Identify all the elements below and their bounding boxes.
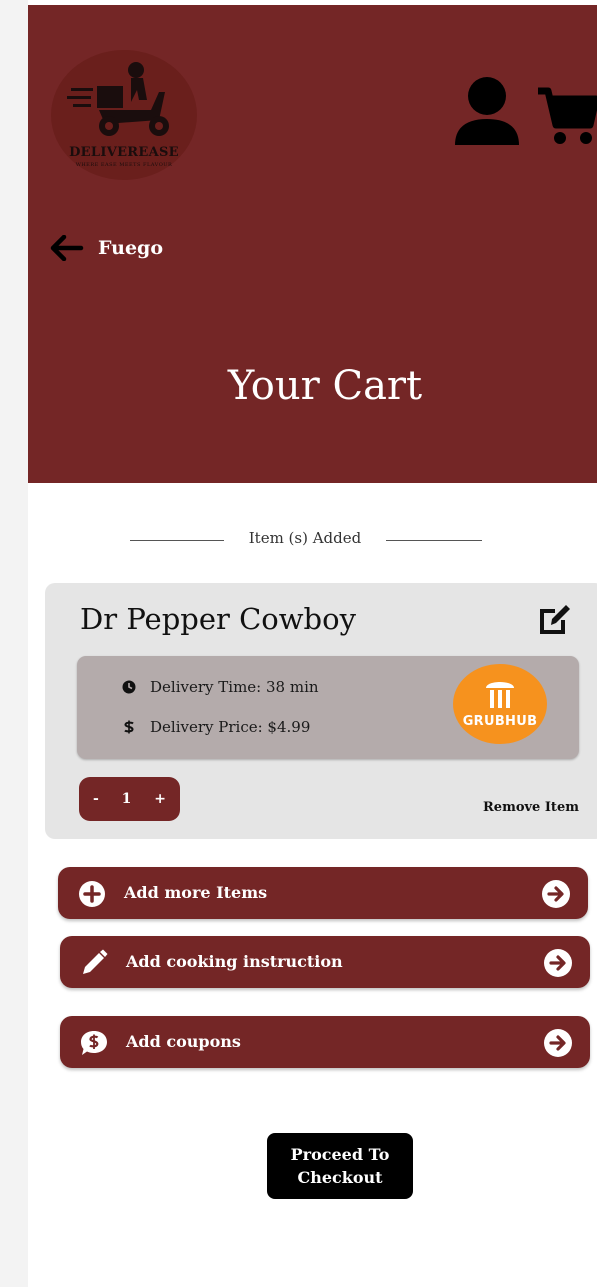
divider-line-left — [130, 540, 224, 541]
pencil-icon — [83, 949, 108, 974]
add-more-items-label: Add more Items — [124, 883, 268, 902]
checkout-label-line2: Checkout — [297, 1168, 383, 1187]
add-cooking-instruction-button[interactable]: Add cooking instruction — [60, 936, 590, 988]
item-name: Dr Pepper Cowboy — [80, 602, 356, 636]
grubhub-logo: GRUBHUB — [453, 664, 547, 744]
header: DELIVEREASE WHERE EASE MEETS FLAVOUR Fue… — [28, 5, 597, 483]
grubhub-fork-knife-icon — [486, 682, 514, 708]
plus-circle-icon — [79, 881, 105, 907]
back-nav[interactable]: Fuego — [50, 233, 163, 263]
edit-icon[interactable] — [537, 603, 571, 635]
arrow-right-circle-icon — [544, 949, 572, 977]
delivery-time-row: Delivery Time: 38 min — [122, 678, 319, 696]
cart-item-card: Dr Pepper Cowboy Delivery Time: 38 min D… — [45, 583, 597, 839]
logo-text: DELIVEREASE — [69, 145, 179, 160]
checkout-label-line1: Proceed To — [290, 1145, 390, 1164]
add-cooking-instruction-label: Add cooking instruction — [126, 952, 343, 971]
quantity-increase-button[interactable]: + — [154, 791, 166, 807]
delivery-info-box: Delivery Time: 38 min Delivery Price: $4… — [77, 656, 579, 759]
scooter-rider-icon — [67, 62, 169, 136]
divider-label: Item (s) Added — [248, 529, 362, 547]
remove-item-button[interactable]: Remove Item — [483, 800, 579, 815]
proceed-to-checkout-button[interactable]: Proceed To Checkout — [267, 1133, 413, 1199]
items-divider: Item (s) Added — [130, 527, 482, 553]
arrow-right-circle-icon — [542, 880, 570, 908]
quantity-decrease-button[interactable]: - — [93, 791, 99, 807]
shopping-cart-icon[interactable] — [536, 85, 597, 147]
logo-tagline: WHERE EASE MEETS FLAVOUR — [75, 162, 173, 168]
divider-line-right — [386, 540, 482, 541]
delivery-time: Delivery Time: 38 min — [150, 678, 319, 696]
coupon-dollar-icon — [81, 1031, 107, 1055]
user-icon[interactable] — [451, 75, 523, 147]
brand-logo[interactable]: DELIVEREASE WHERE EASE MEETS FLAVOUR — [51, 50, 197, 180]
arrow-right-circle-icon — [544, 1029, 572, 1057]
dollar-icon — [124, 720, 134, 734]
delivery-price-row: Delivery Price: $4.99 — [122, 718, 310, 736]
left-gutter — [0, 0, 28, 1287]
provider-label: GRUBHUB — [462, 714, 538, 729]
quantity-value: 1 — [121, 791, 132, 807]
back-label[interactable]: Fuego — [98, 237, 163, 259]
clock-icon — [122, 680, 136, 694]
arrow-left-icon[interactable] — [50, 235, 84, 261]
quantity-stepper[interactable]: - 1 + — [79, 777, 180, 821]
add-coupons-label: Add coupons — [126, 1032, 241, 1051]
add-more-items-button[interactable]: Add more Items — [58, 867, 588, 919]
page-title: Your Cart — [227, 363, 423, 409]
add-coupons-button[interactable]: Add coupons — [60, 1016, 590, 1068]
delivery-price: Delivery Price: $4.99 — [150, 718, 311, 736]
